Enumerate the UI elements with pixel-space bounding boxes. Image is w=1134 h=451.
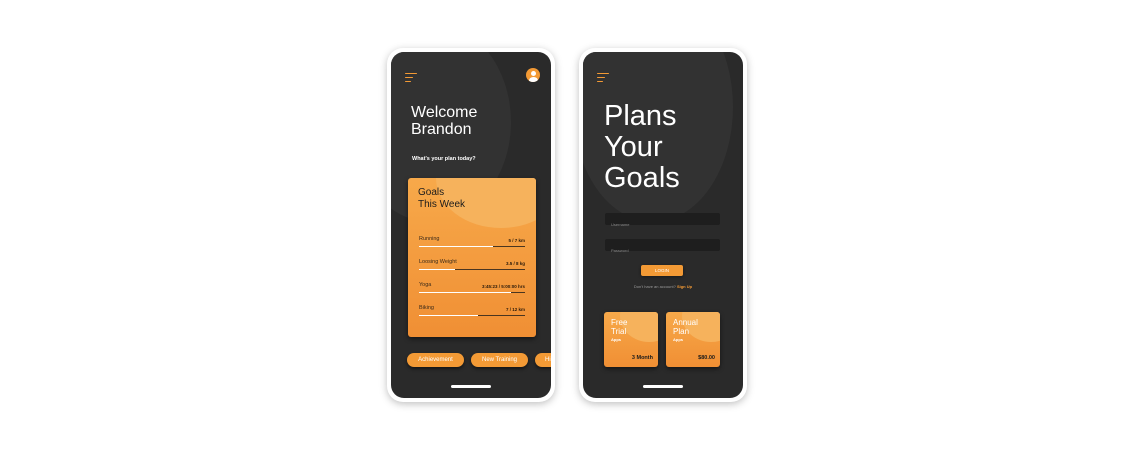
signup-prompt-text: Don't have an account? (633, 284, 676, 289)
welcome-subtitle: What's your plan today? (412, 156, 476, 162)
goal-name: Running (419, 236, 440, 242)
goal-progress-track (419, 315, 525, 317)
home-indicator[interactable] (451, 385, 491, 388)
plans-title-line1: Plans (604, 100, 677, 132)
goal-progress-fill (419, 315, 479, 317)
plans-title-line3: Goals (604, 162, 680, 194)
goals-title-line1: Goals (418, 187, 445, 198)
phone-frame-plans: Plans Your Goals LOGIN Don't have an acc… (579, 48, 747, 402)
goals-title: Goals This Week (418, 187, 465, 211)
signup-link[interactable]: Sign Up (677, 284, 692, 289)
plan-price: 3 Month (631, 355, 653, 361)
goal-progress-track (419, 269, 525, 271)
username-input[interactable] (605, 218, 720, 231)
goal-name: Loosing Weight (419, 259, 457, 265)
welcome-line1: Welcome (411, 104, 478, 121)
plan-name-line2: Trial (611, 326, 627, 336)
goals-title-line2: This Week (418, 199, 466, 210)
goal-value: 3.5 / 8 kg (505, 261, 525, 266)
password-field (605, 239, 720, 257)
password-input[interactable] (605, 244, 720, 257)
goal-name: Biking (419, 305, 434, 311)
plan-apps-label: Apps (611, 337, 621, 342)
welcome-name: Brandon (411, 121, 472, 138)
goals-card[interactable]: Goals This Week Running 5 / 7 km Loosing… (408, 178, 536, 337)
achievement-chip[interactable]: Achievement (407, 353, 464, 367)
plan-apps-label: Apps (673, 337, 683, 342)
plans-heading: Plans Your Goals (604, 101, 680, 194)
home-indicator[interactable] (643, 385, 683, 388)
quick-actions: Achievement New Training Hi (407, 353, 551, 367)
goal-progress-track (419, 292, 525, 294)
goal-value: 3:45:23 / 5:00:00 hrs (481, 284, 525, 289)
phone-frame-home: Welcome Brandon What's your plan today? … (387, 48, 555, 402)
welcome-heading: Welcome Brandon (411, 104, 477, 138)
goal-value: 5 / 7 km (508, 238, 525, 243)
plan-name: Free Trial (611, 318, 627, 336)
home-screen: Welcome Brandon What's your plan today? … (391, 52, 551, 398)
free-trial-card[interactable]: Free Trial Apps 3 Month (604, 312, 658, 367)
new-training-chip[interactable]: New Training (471, 353, 528, 367)
menu-icon[interactable] (405, 73, 417, 82)
partial-chip[interactable]: Hi (535, 353, 551, 367)
plan-name: Annual Plan (673, 318, 698, 336)
user-avatar-icon[interactable] (526, 68, 540, 82)
plan-price: $80.00 (698, 355, 715, 361)
goal-progress-track (419, 246, 525, 248)
goal-progress-fill (419, 292, 512, 294)
login-button[interactable]: LOGIN (641, 265, 683, 276)
goal-progress-fill (419, 246, 494, 248)
plans-title-line2: Your (604, 131, 663, 163)
plans-screen: Plans Your Goals LOGIN Don't have an acc… (583, 52, 743, 398)
plan-name-line2: Plan (673, 326, 690, 336)
goal-name: Yoga (419, 282, 432, 288)
goal-progress-fill (419, 269, 456, 271)
goal-value: 7 / 12 km (505, 307, 525, 312)
annual-plan-card[interactable]: Annual Plan Apps $80.00 (666, 312, 720, 367)
menu-icon[interactable] (597, 73, 609, 82)
signup-prompt: Don't have an account? Sign Up (583, 284, 743, 289)
username-field (605, 213, 720, 231)
